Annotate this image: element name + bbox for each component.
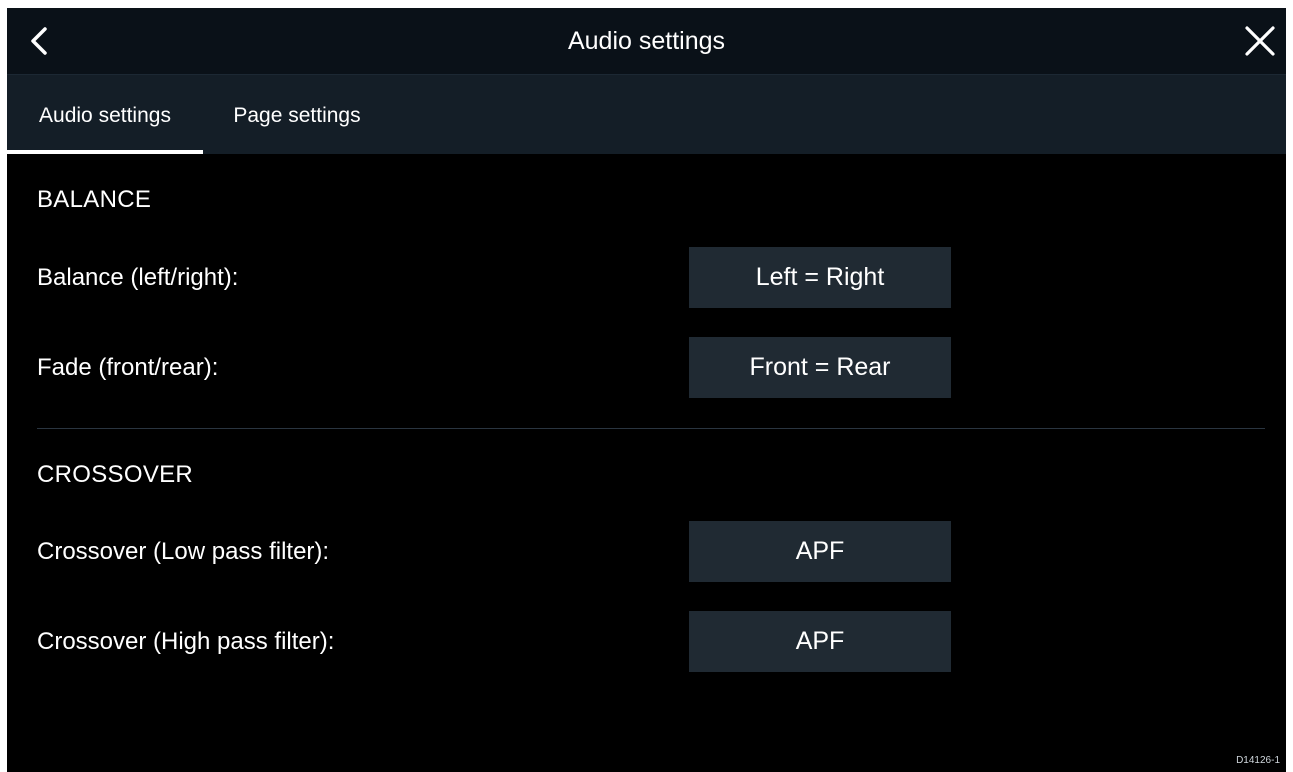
page-title: Audio settings <box>567 27 726 55</box>
crossover-high-pass-button[interactable]: APF <box>689 611 951 672</box>
tab-bar: Audio settings Page settings <box>7 75 1286 154</box>
close-icon <box>1245 26 1275 56</box>
title-bar: Audio settings <box>7 8 1286 75</box>
balance-section-heading: BALANCE <box>37 186 152 213</box>
tab-audio-settings[interactable]: Audio settings <box>7 75 203 154</box>
crossover-low-pass-label: Crossover (Low pass filter): <box>37 538 330 565</box>
tab-page-settings[interactable]: Page settings <box>207 75 387 154</box>
close-button[interactable] <box>1238 20 1282 62</box>
fade-value-button[interactable]: Front = Rear <box>689 337 951 398</box>
crossover-high-pass-label: Crossover (High pass filter): <box>37 628 335 655</box>
back-button[interactable] <box>19 20 59 62</box>
crossover-low-pass-button[interactable]: APF <box>689 521 951 582</box>
fade-label: Fade (front/rear): <box>37 354 219 381</box>
section-divider <box>37 428 1265 429</box>
chevron-left-icon <box>31 27 47 55</box>
balance-label: Balance (left/right): <box>37 264 239 291</box>
figure-code: D14126-1 <box>1236 755 1280 766</box>
balance-value-button[interactable]: Left = Right <box>689 247 951 308</box>
audio-settings-screen: Audio settings Audio settings Page setti… <box>7 8 1286 772</box>
crossover-section-heading: CROSSOVER <box>37 461 194 488</box>
